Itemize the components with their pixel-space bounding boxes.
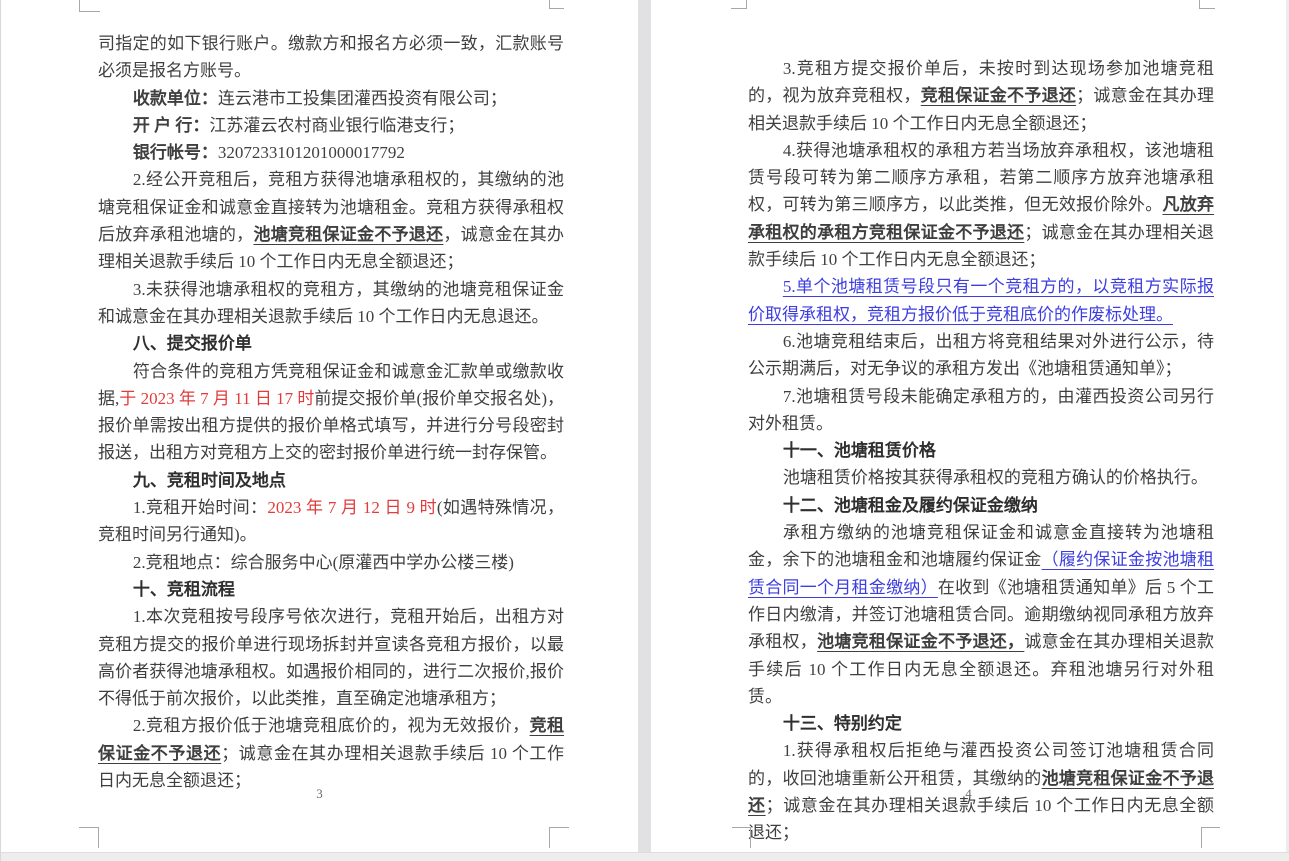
paragraph: 1.竞租开始时间：2023 年 7 月 12 日 9 时(如遇特殊情况，竞租时间… [98,494,564,549]
crop-mark-icon [1201,827,1220,848]
text-run: 竞租保证金不予退还 [921,86,1076,105]
text-run: 池塘竞租保证金不予退还， [817,632,1024,651]
section-heading: 九、竞租时间及地点 [98,467,564,494]
section-heading: 十二、池塘租金及履约保证金缴纳 [748,492,1214,519]
text-run: 十三、特别约定 [783,714,902,733]
text-run: 收款单位： [133,89,218,108]
paragraph: 5.单个池塘租赁号段只有一个竞租方的，以竞租方实际报价取得承租权，竞租方报价低于… [748,273,1214,328]
paragraph: 4.获得池塘承租权的承租方若当场放弃承租权，该池塘租赁号段可转为第二顺序方承租，… [748,137,1214,273]
paragraph: 开 户 行：江苏灌云农村商业银行临港支行； [98,112,564,139]
text-run: 司指定的如下银行账户。缴款方和报名方必须一致，汇款账号必须是报名方账号。 [98,34,564,80]
page-number: 4 [651,786,1286,802]
section-heading: 八、提交报价单 [98,330,564,357]
paragraph: 3.竞租方提交报价单后，未按时到达现场参加池塘竞租的，视为放弃竞租权，竞租保证金… [748,55,1214,137]
text-run: 十二、池塘租金及履约保证金缴纳 [783,496,1038,515]
text-run: 于 2023 年 7 月 11 日 17 时 [119,389,314,408]
paragraph: 符合条件的竞租方凭竞租保证金和诚意金汇款单或缴款收据,于 2023 年 7 月 … [98,358,564,467]
text-run: 连云港市工投集团灌西投资有限公司； [218,89,507,108]
section-heading: 十、竞租流程 [98,576,564,603]
text-run: ；诚意金在其办理相关退款手续后 10 个工作日内无息全额退还； [748,796,1214,842]
text-run: 十一、池塘租赁价格 [783,441,936,460]
text-run: 3.未获得池塘承租权的竞租方，其缴纳的池塘竞租保证金和诚意金在其办理相关退款手续… [98,280,564,326]
paragraph: 2.竞租地点：综合服务中心(原灌西中学办公楼三楼) [98,549,564,576]
word-document-view: { "colors": { "body_text": "#3f3f3f", "r… [0,0,1289,861]
crop-mark-icon [731,0,747,9]
text-run: 九、竞租时间及地点 [133,471,286,490]
text-run: 八、提交报价单 [133,334,252,353]
paragraph: 银行帐号：3207233101201000017792 [98,139,564,166]
text-run: 2023 年 7 月 12 日 9 时 [267,498,437,517]
paragraph: 司指定的如下银行账户。缴款方和报名方必须一致，汇款账号必须是报名方账号。 [98,30,564,85]
crop-mark-icon [1199,0,1215,9]
paragraph: 2.经公开竞租后，竞租方获得池塘承租权的，其缴纳的池塘竞租保证金和诚意金直接转为… [98,166,564,275]
text-run: 4.获得池塘承租权的承租方若当场放弃承租权，该池塘租赁号段可转为第二顺序方承租，… [748,141,1214,215]
crop-mark-icon [79,827,99,848]
text-run: 池塘租赁价格按其获得承租权的竞租方确认的价格执行。 [783,468,1208,487]
text-run: 7.池塘租赁号段未能确定承租方的，由灌西投资公司另行对外租赁。 [748,387,1214,433]
text-run: 开 户 行： [133,116,210,135]
text-run: 2.竞租地点：综合服务中心(原灌西中学办公楼三楼) [133,553,514,572]
page-3-text-area: 司指定的如下银行账户。缴款方和报名方必须一致，汇款账号必须是报名方账号。收款单位… [98,30,564,794]
window-bottom-strip [1,852,1289,861]
crop-mark-icon [549,0,564,9]
crop-mark-icon [732,827,751,848]
text-run: 1.本次竞租按号段序号依次进行，竞租开始后，出租方对竞租方提交的报价单进行现场拆… [98,607,564,708]
text-run: 江苏灌云农村商业银行临港支行； [209,116,464,135]
paragraph: 2.竞租方报价低于池塘竞租底价的，视为无效报价，竞租保证金不予退还；诚意金在其办… [98,712,564,794]
paragraph: 收款单位：连云港市工投集团灌西投资有限公司； [98,85,564,112]
paragraph: 7.池塘租赁号段未能确定承租方的，由灌西投资公司另行对外租赁。 [748,383,1214,438]
text-run: 2.竞租方报价低于池塘竞租底价的，视为无效报价， [133,716,530,735]
text-run: 1.竞租开始时间： [133,498,268,517]
text-run: 池塘竞租保证金不予退还 [253,225,443,244]
page-gap [638,0,651,852]
section-heading: 十一、池塘租赁价格 [748,437,1214,464]
paragraph: 3.未获得池塘承租权的竞租方，其缴纳的池塘竞租保证金和诚意金在其办理相关退款手续… [98,276,564,331]
paragraph: 1.本次竞租按号段序号依次进行，竞租开始后，出租方对竞租方提交的报价单进行现场拆… [98,603,564,712]
paragraph: 6.池塘竞租结束后，出租方将竞租结果对外进行公示，待公示期满后，对无争议的承租方… [748,328,1214,383]
page-4-text-area: 3.竞租方提交报价单后，未按时到达现场参加池塘竞租的，视为放弃竞租权，竞租保证金… [748,55,1214,847]
text-run: 十、竞租流程 [133,580,235,599]
text-run: 银行帐号： [133,143,218,162]
text-run: 3207233101201000017792 [218,143,405,162]
paragraph: 池塘租赁价格按其获得承租权的竞租方确认的价格执行。 [748,464,1214,491]
crop-mark-icon [549,827,569,848]
text-run: 5.单个池塘租赁号段只有一个竞租方的，以竞租方实际报价取得承租权，竞租方报价低于… [748,277,1214,323]
text-run: 6.池塘竞租结束后，出租方将竞租结果对外进行公示，待公示期满后，对无争议的承租方… [748,332,1214,378]
crop-mark-icon [79,0,100,12]
paragraph: 承租方缴纳的池塘竞租保证金和诚意金直接转为池塘租金，余下的池塘租金和池塘履约保证… [748,519,1214,710]
page-number: 3 [1,786,638,802]
section-heading: 十三、特别约定 [748,710,1214,737]
